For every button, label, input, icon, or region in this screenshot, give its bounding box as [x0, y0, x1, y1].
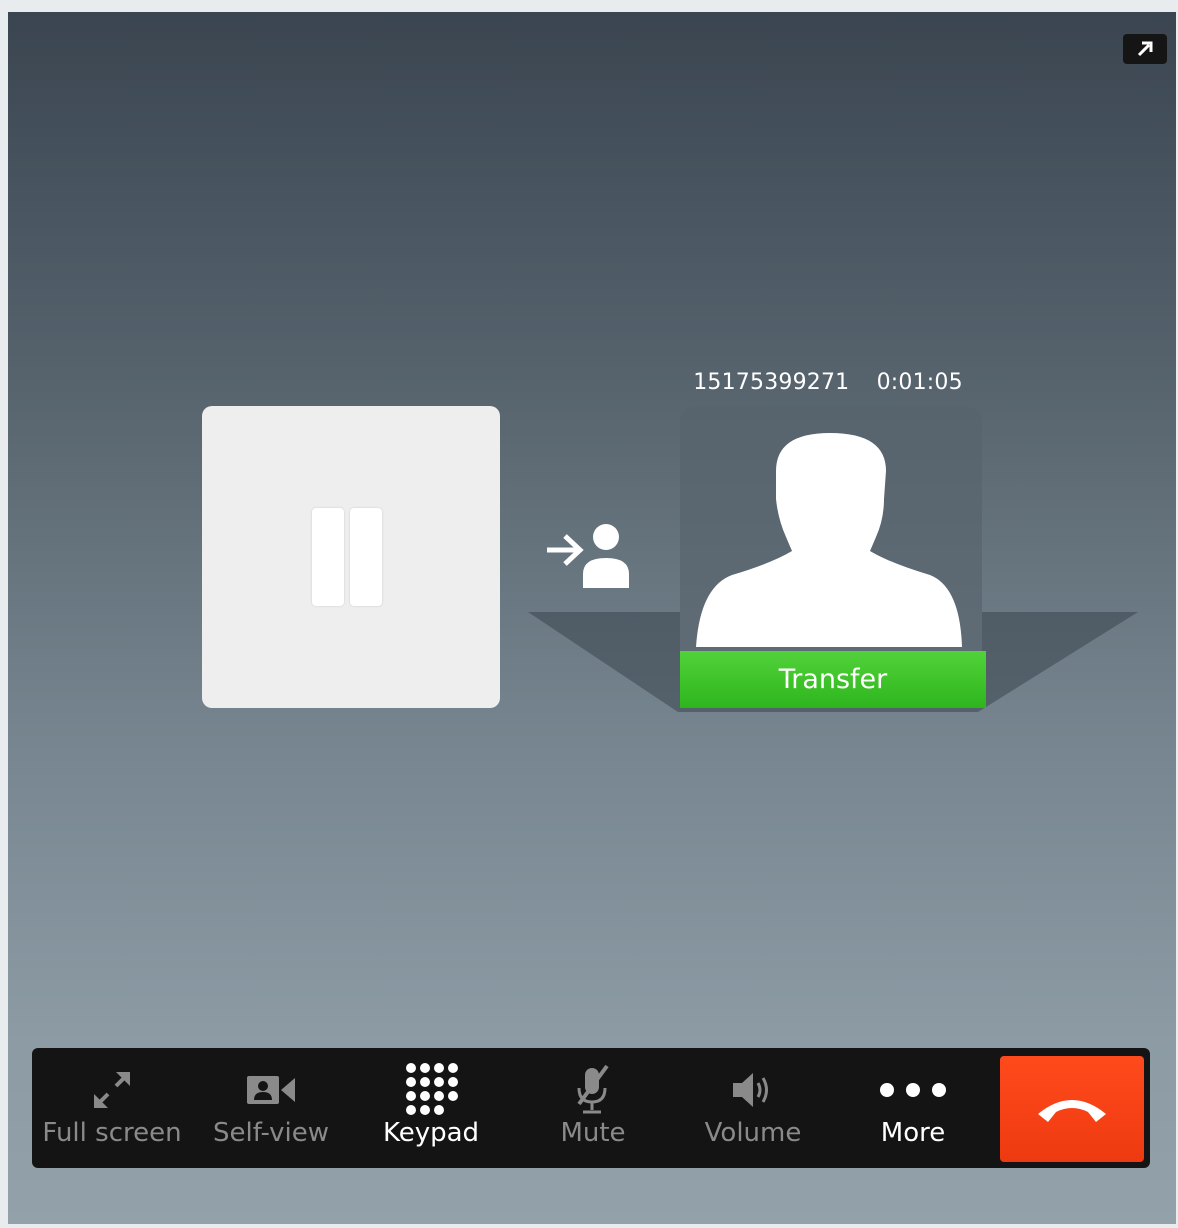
pause-icon: [312, 508, 344, 606]
keypad-label: Keypad: [382, 1118, 480, 1148]
keypad-button[interactable]: Keypad: [362, 1048, 500, 1168]
caller-avatar: [680, 407, 982, 661]
caller-info: 15175399271 0:01:05: [678, 370, 978, 395]
call-window: 15175399271 0:01:05 Transfer Full screen: [8, 12, 1176, 1224]
person-silhouette-icon: [696, 433, 962, 647]
keypad-dots-icon: [406, 1063, 458, 1115]
volume-button[interactable]: Volume: [684, 1048, 822, 1168]
transfer-to-person-icon: [547, 524, 629, 588]
self-view-label: Self-view: [212, 1118, 329, 1148]
mute-label: Mute: [560, 1118, 626, 1148]
call-toolbar: Full screen Self-view Keypad Mute Volume…: [32, 1048, 1150, 1168]
caller-number: 15175399271: [693, 370, 850, 395]
volume-label: Volume: [704, 1118, 802, 1148]
phone-hangup-icon: [1038, 1100, 1106, 1122]
popout-arrow-icon: [1137, 41, 1153, 57]
more-button[interactable]: More: [844, 1048, 982, 1168]
popout-button[interactable]: [1123, 34, 1167, 64]
expand-arrows-icon: [94, 1072, 130, 1108]
microphone-muted-icon: [577, 1064, 609, 1114]
more-label: More: [880, 1118, 946, 1148]
pause-icon-bar: [350, 508, 382, 606]
video-camera-icon: [247, 1076, 295, 1104]
full-screen-label: Full screen: [42, 1118, 182, 1148]
full-screen-button[interactable]: Full screen: [40, 1048, 184, 1168]
speaker-icon: [733, 1073, 768, 1107]
mute-button[interactable]: Mute: [524, 1048, 662, 1168]
held-call-tile[interactable]: [202, 406, 500, 708]
ellipsis-icon: [880, 1083, 946, 1097]
call-duration: 0:01:05: [876, 370, 963, 395]
hang-up-button[interactable]: [1000, 1056, 1144, 1162]
transfer-button[interactable]: Transfer: [680, 651, 986, 708]
self-view-button[interactable]: Self-view: [202, 1048, 340, 1168]
